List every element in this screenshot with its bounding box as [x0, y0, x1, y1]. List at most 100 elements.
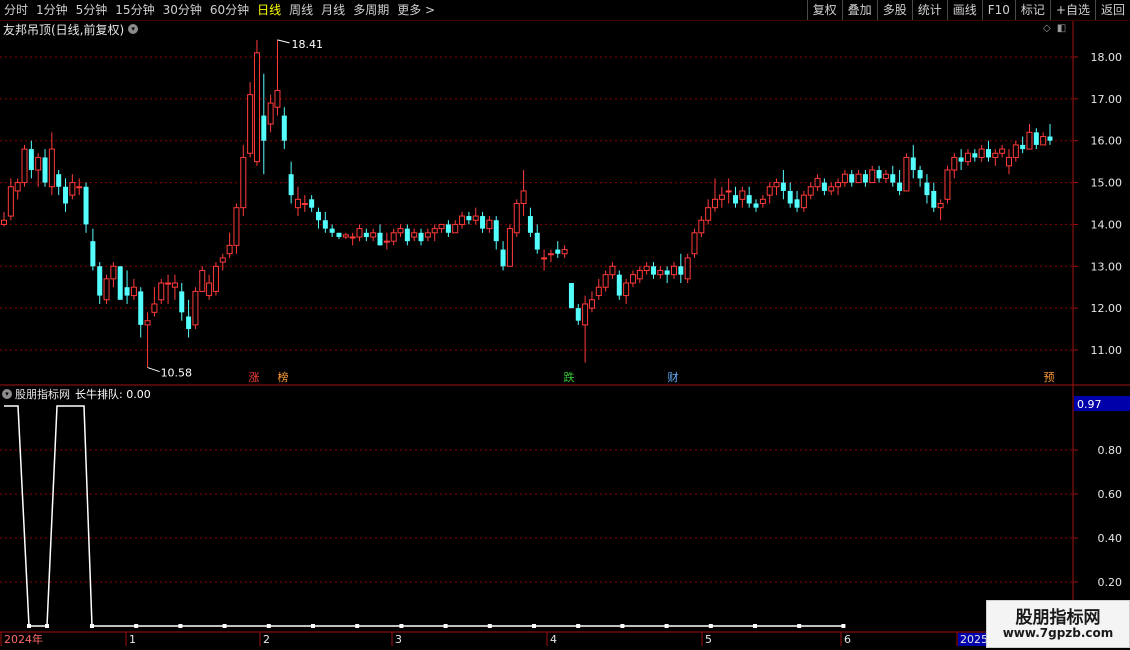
candle-body-up: [356, 228, 363, 238]
candle-body-up: [725, 190, 732, 193]
panel-corner-controls: ◇ ◧: [1043, 23, 1066, 34]
period-tab[interactable]: 日线: [253, 0, 285, 20]
indicator-point: [27, 624, 31, 628]
period-tab[interactable]: 1分钟: [32, 0, 72, 20]
low-price-label: 10.58: [161, 367, 193, 380]
toolbar-button[interactable]: 叠加: [841, 0, 877, 20]
toolbar-button[interactable]: 统计: [911, 0, 947, 20]
chevron-down-icon[interactable]: ▾: [128, 24, 139, 34]
toolbar-button[interactable]: 返回: [1094, 0, 1130, 20]
period-tab[interactable]: 月线: [317, 0, 349, 20]
candle-body-down: [746, 195, 752, 204]
price-tick-label: 18.00: [1091, 51, 1123, 64]
candle-body-up: [636, 269, 643, 280]
kline-chart[interactable]: 18.41 10.58 18.00 17.00 16.00 15.00 14.00 13.0…: [0, 0, 1130, 650]
watermark-box: 股朋指标网 www.7gpzb.com: [986, 600, 1130, 648]
candle-body-down: [404, 228, 410, 242]
candle-body-up: [14, 182, 21, 192]
chevron-down-icon[interactable]: ▾: [2, 389, 12, 399]
diamond-icon[interactable]: ◇: [1043, 23, 1051, 34]
candle-body-down: [329, 228, 335, 233]
candle-body-up: [691, 232, 698, 255]
low-pointer: [147, 367, 160, 373]
candle-body-up: [951, 156, 958, 171]
candle-body-down: [924, 182, 930, 196]
period-tab[interactable]: 60分钟: [206, 0, 253, 20]
candle-body-up: [999, 148, 1006, 154]
toolbar-button[interactable]: +自选: [1049, 0, 1095, 20]
candle-body-up: [431, 228, 438, 234]
price-tick-label: 11.00: [1091, 344, 1123, 357]
candle-body-up: [459, 215, 466, 225]
indicator-point: [222, 624, 227, 628]
indicator-point: [664, 624, 669, 628]
period-tab[interactable]: 5分钟: [72, 0, 112, 20]
candle-body-up: [841, 173, 848, 184]
toolbar-button[interactable]: 多股: [876, 0, 912, 20]
candle-body-down: [281, 115, 287, 141]
main-chart-title-bar: 友邦吊顶(日线,前复权) ▾: [0, 21, 139, 37]
toolbar-button[interactable]: 画线: [946, 0, 982, 20]
candle-body-up: [739, 190, 746, 200]
candle-body-down: [794, 199, 800, 208]
candle-body-down: [650, 266, 656, 275]
event-marker[interactable]: 预: [1044, 371, 1055, 384]
candle-body-up: [206, 282, 213, 297]
time-tick-label: 2: [263, 633, 270, 646]
indicator-line: [4, 405, 844, 627]
period-tab[interactable]: 周线: [285, 0, 317, 20]
candle-body-up: [390, 232, 397, 242]
price-tick-label: 17.00: [1091, 93, 1123, 106]
toolbar-button[interactable]: F10: [981, 0, 1015, 20]
candle-body-down: [897, 182, 903, 191]
candle-body-down: [56, 174, 62, 187]
sub-tick-label: 0.20: [1098, 576, 1123, 589]
candle-body-up: [383, 240, 390, 243]
event-marker[interactable]: 财: [668, 370, 679, 384]
watermark-title: 股朋指标网: [1015, 608, 1101, 628]
period-tab[interactable]: 30分钟: [159, 0, 206, 20]
watermark-url: www.7gpzb.com: [1002, 626, 1114, 640]
toolbar-button[interactable]: 标记: [1014, 0, 1050, 20]
candle-body-up: [424, 232, 431, 238]
toolbar-button[interactable]: 复权: [806, 0, 842, 20]
event-marker[interactable]: 跌: [564, 370, 575, 384]
price-tick-label: 12.00: [1091, 302, 1123, 315]
candle-body-down: [910, 157, 916, 171]
candle-body-up: [411, 232, 418, 238]
candle-body-down: [568, 283, 574, 309]
candle-body-up: [547, 253, 554, 256]
candle-body-up: [992, 152, 999, 158]
high-pointer: [277, 39, 290, 44]
candle-body-down: [678, 266, 684, 275]
candle-body-down: [733, 195, 739, 204]
time-tick-label: 6: [844, 633, 851, 646]
panel-toggle-icon[interactable]: ◧: [1057, 23, 1066, 34]
indicator-point: [134, 624, 139, 628]
candle-body-down: [480, 216, 486, 229]
event-marker[interactable]: 涨: [249, 371, 260, 384]
candle-body-up: [274, 89, 281, 108]
price-tick-label: 15.00: [1091, 177, 1123, 190]
candle-body-down: [117, 266, 123, 300]
candle-body-up: [712, 198, 719, 209]
indicator-point: [45, 624, 49, 628]
indicator-point: [797, 624, 802, 628]
candle-body-down: [377, 232, 383, 246]
period-tab[interactable]: 15分钟: [111, 0, 158, 20]
indicator-point: [178, 624, 183, 628]
candle-body-up: [165, 282, 172, 285]
candle-body-up: [595, 286, 602, 297]
candle-body-up: [520, 190, 527, 204]
candle-body-down: [138, 291, 144, 325]
period-tab[interactable]: 更多 >: [393, 0, 439, 20]
candle-body-up: [643, 265, 650, 271]
candle-body-up: [76, 186, 83, 189]
indicator-point: [620, 624, 625, 628]
time-tick-label: 5: [705, 633, 712, 646]
event-marker[interactable]: 榜: [278, 370, 289, 384]
period-tab[interactable]: 分时: [0, 0, 32, 20]
period-tab[interactable]: 多周期: [349, 0, 393, 20]
time-tick-label: 2025: [960, 633, 988, 646]
price-tick-label: 14.00: [1091, 218, 1123, 231]
